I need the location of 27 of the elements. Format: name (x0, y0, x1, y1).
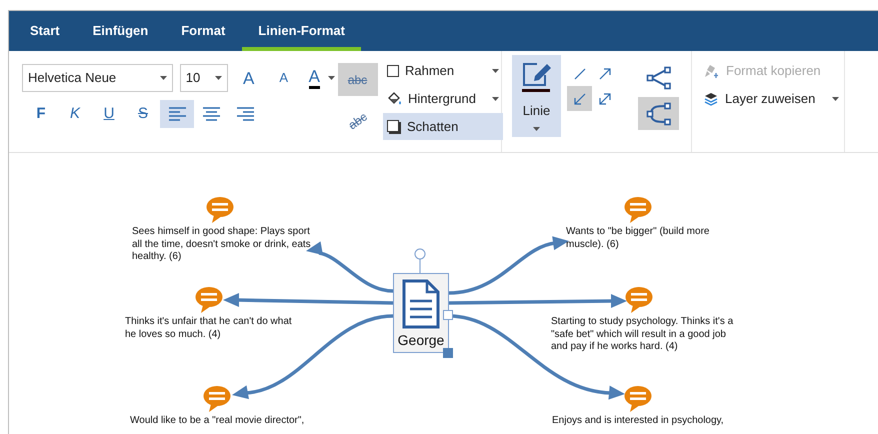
tab[interactable]: Einfügen (76, 14, 164, 51)
bold-button[interactable]: F (24, 100, 58, 128)
central-topic-node[interactable]: George (393, 273, 449, 353)
italic-button[interactable]: K (58, 100, 92, 128)
branch-note: Starting to study psychology. Thinks it's a "safe bet" which will result in a good job and pay if he works hard. (4) (551, 316, 734, 354)
branch-note: Thinks it's unfair that he can't do what he loves so much. (4) (125, 316, 293, 341)
branch-note: Wants to "be bigger" (build more muscle). (6) (566, 226, 710, 251)
underline-button[interactable]: U (92, 100, 126, 128)
tab[interactable]: Linien-Format (242, 14, 361, 51)
shrink-font-button[interactable]: A (270, 64, 298, 92)
strike-button[interactable]: S (126, 100, 160, 128)
font-family-dropdown[interactable]: Helvetica Neue (22, 64, 173, 92)
shadow-button[interactable]: Schatten (383, 113, 503, 140)
font-color-button[interactable]: A (308, 64, 335, 92)
tab[interactable]: Start (14, 14, 76, 51)
text-effect-button[interactable]: abc (338, 104, 378, 137)
background-button[interactable]: Hintergrund (383, 85, 503, 112)
line-button[interactable]: Linie (512, 55, 561, 137)
branch-note: Would like to be a "real movie director", (130, 415, 306, 428)
copy-format-button: Format kopieren (704, 58, 844, 84)
layer-button[interactable]: Layer zuweisen (704, 86, 844, 112)
grow-font-button[interactable]: A (234, 64, 263, 92)
font-size-dropdown[interactable]: 10 (180, 64, 228, 92)
border-button[interactable]: Rahmen (383, 57, 503, 84)
tab[interactable]: Format (165, 14, 242, 51)
branch-note: Enjoys and is interested in psychology, (552, 415, 725, 428)
branch-note: Sees himself in good shape: Plays sport all the time, doesn't smoke or drink, eats healthy. (6) (132, 226, 312, 264)
